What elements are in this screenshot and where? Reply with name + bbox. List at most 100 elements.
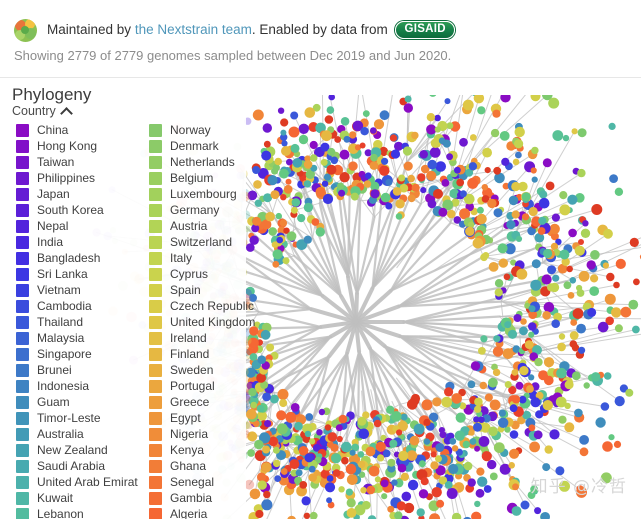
legend-item[interactable]: Australia bbox=[16, 426, 139, 442]
legend-swatch bbox=[16, 187, 29, 201]
legend-swatch bbox=[149, 443, 162, 457]
legend-item-label: Luxembourg bbox=[170, 187, 237, 201]
legend-swatch bbox=[16, 331, 29, 345]
legend-item[interactable]: Switzerland bbox=[149, 234, 272, 250]
legend-item[interactable]: Cambodia bbox=[16, 298, 139, 314]
legend-swatch bbox=[16, 475, 29, 489]
legend-swatch bbox=[149, 123, 162, 137]
legend-item[interactable]: India bbox=[16, 234, 139, 250]
legend-item[interactable]: Saudi Arabia bbox=[16, 458, 139, 474]
legend-item[interactable]: United Arab Emirat bbox=[16, 474, 139, 490]
legend-item[interactable]: Ghana bbox=[149, 458, 272, 474]
nextstrain-team-link[interactable]: the Nextstrain team bbox=[135, 22, 252, 37]
legend-item-label: Kuwait bbox=[37, 491, 74, 505]
legend-item[interactable]: Ireland bbox=[149, 330, 272, 346]
legend-item[interactable]: Denmark bbox=[149, 138, 272, 154]
page-title: Phylogeny bbox=[12, 85, 92, 104]
legend-item[interactable]: Taiwan bbox=[16, 154, 139, 170]
legend-item-label: Belgium bbox=[170, 171, 214, 185]
legend-item[interactable]: Indonesia bbox=[16, 378, 139, 394]
legend-item[interactable]: Timor-Leste bbox=[16, 410, 139, 426]
legend-item-label: Austria bbox=[170, 219, 208, 233]
legend-item[interactable]: Luxembourg bbox=[149, 186, 272, 202]
legend-item[interactable]: Hong Kong bbox=[16, 138, 139, 154]
legend-item[interactable]: Sweden bbox=[149, 362, 272, 378]
legend-swatch bbox=[16, 155, 29, 169]
legend-item[interactable]: United Kingdom bbox=[149, 314, 272, 330]
legend-item[interactable]: Lebanon bbox=[16, 506, 139, 519]
legend-item[interactable]: Guam bbox=[16, 394, 139, 410]
watermark: 知乎 @冷哲 bbox=[530, 477, 627, 497]
legend-item-label: Ireland bbox=[170, 331, 207, 345]
legend-item-label: Denmark bbox=[170, 139, 219, 153]
legend-item-label: India bbox=[37, 235, 64, 249]
legend-swatch bbox=[16, 443, 29, 457]
legend-item[interactable]: Norway bbox=[149, 122, 272, 138]
legend-item-label: Cambodia bbox=[37, 299, 92, 313]
legend-item-label: United Arab Emirat bbox=[37, 475, 138, 489]
legend-item[interactable]: Cyprus bbox=[149, 266, 272, 282]
legend-item-label: China bbox=[37, 123, 69, 137]
legend-item[interactable]: Egypt bbox=[149, 410, 272, 426]
legend-item[interactable]: Senegal bbox=[149, 474, 272, 490]
legend-item-label: New Zealand bbox=[37, 443, 108, 457]
legend-title: Country bbox=[12, 104, 56, 118]
legend-item[interactable]: Malaysia bbox=[16, 330, 139, 346]
legend-item[interactable]: Austria bbox=[149, 218, 272, 234]
legend-item-label: Switzerland bbox=[170, 235, 233, 249]
legend-item[interactable]: China bbox=[16, 122, 139, 138]
legend-item-label: Bangladesh bbox=[37, 251, 101, 265]
legend-item[interactable]: Singapore bbox=[16, 346, 139, 362]
legend-item[interactable]: Germany bbox=[149, 202, 272, 218]
legend-item-label: Malaysia bbox=[37, 331, 85, 345]
legend-item[interactable]: South Korea bbox=[16, 202, 139, 218]
legend-item[interactable]: Portugal bbox=[149, 378, 272, 394]
legend-swatch bbox=[149, 203, 162, 217]
legend-item-label: Singapore bbox=[37, 347, 92, 361]
legend-item[interactable]: Belgium bbox=[149, 170, 272, 186]
legend-item[interactable]: Kenya bbox=[149, 442, 272, 458]
legend-item[interactable]: Bangladesh bbox=[16, 250, 139, 266]
legend-swatch bbox=[16, 315, 29, 329]
legend-item[interactable]: Spain bbox=[149, 282, 272, 298]
legend-item[interactable]: Sri Lanka bbox=[16, 266, 139, 282]
legend-item-label: Thailand bbox=[37, 315, 84, 329]
legend-swatch bbox=[149, 267, 162, 281]
legend-swatch bbox=[149, 155, 162, 169]
legend-item[interactable]: Philippines bbox=[16, 170, 139, 186]
legend-swatch bbox=[149, 475, 162, 489]
legend-item[interactable]: Japan bbox=[16, 186, 139, 202]
legend-item[interactable]: Kuwait bbox=[16, 490, 139, 506]
legend-header[interactable]: Country bbox=[12, 104, 72, 118]
legend-item[interactable]: Nigeria bbox=[149, 426, 272, 442]
legend-item[interactable]: Brunei bbox=[16, 362, 139, 378]
legend-swatch bbox=[16, 123, 29, 137]
legend-item[interactable]: Vietnam bbox=[16, 282, 139, 298]
chevron-up-icon[interactable] bbox=[62, 106, 72, 116]
legend-swatch bbox=[16, 347, 29, 361]
legend-item-label: Egypt bbox=[170, 411, 201, 425]
legend-item-label: Senegal bbox=[170, 475, 215, 489]
maintained-middle: . Enabled by data from bbox=[251, 22, 392, 37]
legend-item[interactable]: Netherlands bbox=[149, 154, 272, 170]
maintained-prefix: Maintained by bbox=[47, 22, 135, 37]
legend-swatch bbox=[16, 203, 29, 217]
legend-item[interactable]: Finland bbox=[149, 346, 272, 362]
legend-column-left: China Hong Kong Taiwan Philippines Japan Sout… bbox=[16, 122, 139, 519]
legend-item[interactable]: Algeria bbox=[149, 506, 272, 519]
legend-item[interactable]: Gambia bbox=[149, 490, 272, 506]
legend-item[interactable]: Thailand bbox=[16, 314, 139, 330]
legend-swatch bbox=[149, 219, 162, 233]
legend-swatch bbox=[149, 331, 162, 345]
gisaid-badge[interactable]: GISAID bbox=[395, 21, 455, 40]
legend-swatch bbox=[16, 235, 29, 249]
legend-item-label: Guam bbox=[37, 395, 70, 409]
legend-item[interactable]: Czech Republic bbox=[149, 298, 272, 314]
legend-item-label: Indonesia bbox=[37, 379, 90, 393]
legend-item[interactable]: Nepal bbox=[16, 218, 139, 234]
legend-item-label: Finland bbox=[170, 347, 210, 361]
legend-item[interactable]: New Zealand bbox=[16, 442, 139, 458]
legend-item[interactable]: Italy bbox=[149, 250, 272, 266]
legend-item[interactable]: Greece bbox=[149, 394, 272, 410]
legend-item-label: Italy bbox=[170, 251, 193, 265]
